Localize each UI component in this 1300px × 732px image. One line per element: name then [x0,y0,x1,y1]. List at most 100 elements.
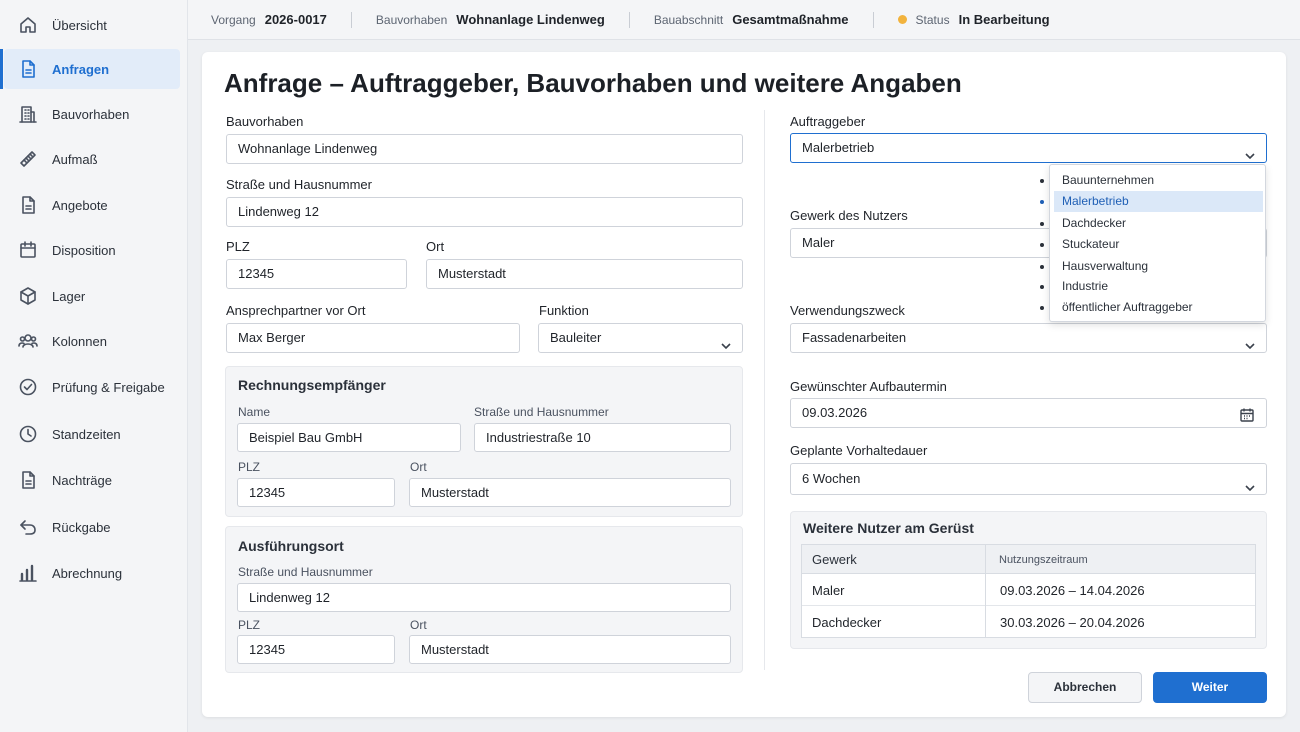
ao-plz-input[interactable]: 12345 [237,635,395,664]
re-plz-input[interactable]: 12345 [237,478,395,507]
bauvorhaben-label: Bauvorhaben [226,114,304,129]
bauabschnitt-label: Bauabschnitt [653,12,724,27]
sidebar-item-standzeiten[interactable]: Standzeiten [4,414,180,454]
table-header: Gewerk Nutzungszeitraum [802,545,1255,574]
ausfuehrungsort-title: Ausführungsort [238,538,344,554]
sidebar-item-label: Standzeiten [52,426,121,442]
option-dachdecker[interactable]: Dachdecker [1054,213,1263,234]
aufbautermin-date-input[interactable]: 09.03.2026 [790,398,1267,428]
bauvorhaben-input[interactable]: Wohnanlage Lindenweg [226,134,743,164]
option-hausverwaltung[interactable]: Hausverwaltung [1054,256,1263,277]
sidebar-item-lager[interactable]: Lager [4,276,180,316]
ausfuehrungsort-panel: Ausführungsort Straße und Hausnummer Lin… [225,526,743,673]
sidebar-item-abrechnung[interactable]: Abrechnung [4,553,180,593]
document-icon [18,59,38,79]
cell-zeitraum: 30.03.2026 – 20.04.2026 [1000,615,1145,630]
bauabschnitt-value: Gesamtmaßnahme [732,12,849,27]
sidebar-item-nachtraege[interactable]: Nachträge [4,460,180,500]
sidebar-item-angebote[interactable]: Angebote [4,185,180,225]
status-value: In Bearbeitung [958,12,1050,27]
verwendungszweck-label: Verwendungszweck [790,303,905,318]
auftraggeber-select[interactable]: Malerbetrieb [790,133,1267,163]
sidebar-item-label: Übersicht [52,17,107,33]
cell-zeitraum: 09.03.2026 – 14.04.2026 [1000,583,1145,598]
document-icon [18,195,38,215]
column-header-nutzungszeitraum[interactable]: Nutzungszeitraum [999,554,1088,566]
status-indicator-icon [897,15,907,24]
cancel-button[interactable]: Abbrechen [1028,672,1142,703]
chevron-down-icon [1244,143,1256,160]
option-oeffentlicher-auftraggeber[interactable]: öffentlicher Auftraggeber [1054,297,1263,318]
sidebar-item-aufmass[interactable]: Aufmaß [4,139,180,179]
rechnungsempfaenger-panel: Rechnungsempfänger Name Beispiel Bau Gmb… [225,366,743,517]
sidebar-item-label: Anfragen [52,61,110,77]
funktion-label: Funktion [539,303,589,318]
plz-input[interactable]: 12345 [226,259,407,289]
sidebar-item-label: Rückgabe [52,519,111,535]
sidebar-item-disposition[interactable]: Disposition [4,230,180,270]
table-row[interactable]: Maler 09.03.2026 – 14.04.2026 [802,574,1255,606]
re-ort-input[interactable]: Musterstadt [409,478,731,507]
option-industrie[interactable]: Industrie [1054,276,1263,297]
building-icon [18,104,38,124]
next-button[interactable]: Weiter [1153,672,1267,703]
vorgang-label: Vorgang [211,12,256,27]
sidebar-item-label: Disposition [52,242,116,258]
column-header-gewerk[interactable]: Gewerk [812,552,857,567]
sidebar-item-label: Aufmaß [52,151,98,167]
option-bauunternehmen[interactable]: Bauunternehmen [1054,170,1263,191]
sidebar-item-label: Abrechnung [52,565,123,581]
ao-ort-input[interactable]: Musterstadt [409,635,731,664]
vorhaltedauer-select[interactable]: 6 Wochen [790,463,1267,495]
option-stuckateur[interactable]: Stuckateur [1054,234,1263,255]
sidebar-item-label: Bauvorhaben [52,106,130,122]
ort-input[interactable]: Musterstadt [426,259,743,289]
aufbautermin-value: 09.03.2026 [802,405,868,420]
context-bar: Vorgang 2026-0017 Bauvorhaben Wohnanlage… [188,0,1300,40]
sidebar-item-label: Kolonnen [52,333,107,349]
verwendungszweck-select[interactable]: Fassadenarbeiten [790,323,1267,353]
sidebar-item-uebersicht[interactable]: Übersicht [4,5,180,45]
request-form-card: Anfrage – Auftraggeber, Bauvorhaben und … [202,52,1286,717]
ansprechpartner-input[interactable]: Max Berger [226,323,520,353]
re-strasse-label: Straße und Hausnummer [474,405,609,419]
re-ort-label: Ort [410,460,427,474]
bar-chart-icon [18,563,38,583]
ao-strasse-label: Straße und Hausnummer [238,565,373,579]
chevron-down-icon [1244,474,1256,492]
funktion-value: Bauleiter [550,330,602,345]
sidebar: Übersicht Anfragen Bauvorhaben Aufmaß An… [0,0,188,732]
sidebar-item-anfragen[interactable]: Anfragen [0,49,180,89]
box-icon [18,286,38,306]
verwendungszweck-value: Fassadenarbeiten [802,330,907,345]
ruler-icon [18,149,38,169]
chevron-down-icon [1244,333,1256,350]
gewerk-label: Gewerk des Nutzers [790,208,908,223]
auftraggeber-value: Malerbetrieb [802,140,875,155]
calendar-icon [18,240,38,260]
bauvorhaben-value: Wohnanlage Lindenweg [456,12,605,27]
clock-icon [18,424,38,444]
sidebar-item-pruefung-freigabe[interactable]: Prüfung & Freigabe [4,367,180,407]
sidebar-item-rueckgabe[interactable]: Rückgabe [4,507,180,547]
page-title: Anfrage – Auftraggeber, Bauvorhaben und … [224,68,962,98]
auftraggeber-dropdown-list: Bauunternehmen Malerbetrieb Dachdecker S… [1049,164,1266,322]
status-label: Status [915,12,950,27]
table-row[interactable]: Dachdecker 30.03.2026 – 20.04.2026 [802,606,1255,638]
sidebar-item-kolonnen[interactable]: Kolonnen [4,321,180,361]
sidebar-item-bauvorhaben[interactable]: Bauvorhaben [4,94,180,134]
aufbautermin-label: Gewünschter Aufbautermin [790,379,947,394]
re-strasse-input[interactable]: Industriestraße 10 [474,423,731,452]
strasse-input[interactable]: Lindenweg 12 [226,197,743,227]
calendar-icon[interactable] [1239,405,1255,422]
check-circle-icon [18,377,38,397]
re-name-input[interactable]: Beispiel Bau GmbH [237,423,461,452]
sidebar-item-label: Nachträge [52,472,112,488]
funktion-select[interactable]: Bauleiter [538,323,743,353]
option-malerbetrieb[interactable]: Malerbetrieb [1054,191,1263,212]
document-icon [18,470,38,490]
ao-strasse-input[interactable]: Lindenweg 12 [237,583,731,612]
re-name-label: Name [238,405,271,419]
weitere-nutzer-title: Weitere Nutzer am Gerüst [803,520,974,536]
vorhaltedauer-label: Geplante Vorhaltedauer [790,443,928,458]
